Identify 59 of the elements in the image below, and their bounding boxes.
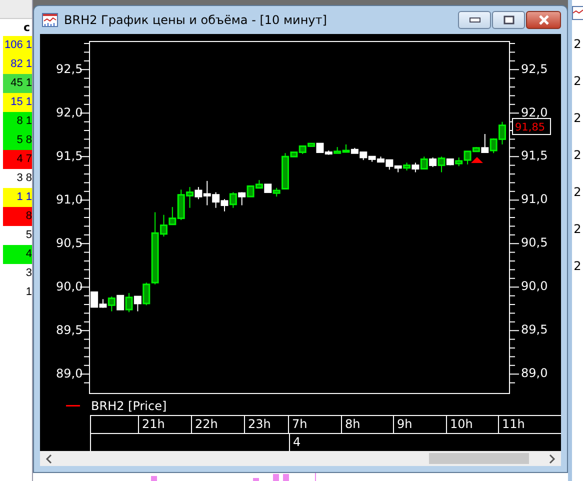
axis-label: 90,0 [521,279,548,294]
axis-label: 91,5 [521,148,548,163]
close-button[interactable] [526,11,561,29]
table-cell: 5 8 [3,131,32,150]
axis-label: 89,0 [521,366,548,380]
table-cell: 4 7 [3,150,32,169]
table-cell: 82 1 [3,55,32,74]
scrollbar-thumb[interactable] [429,453,529,464]
toolbar-strip [0,0,32,19]
minimize-icon [468,17,480,23]
legend-line-icon [66,405,80,407]
maximize-icon [502,15,514,25]
axis-label: 90,5 [521,236,548,250]
table-cell-text: 2 [574,112,582,127]
time-label: 11h [498,416,526,433]
table-cell-text: 2 [574,38,582,53]
table-cell-text: 2 [574,186,582,201]
table-cell: 45 1 [3,74,32,93]
table-cell-text: 2 [574,260,582,275]
time-label: 8h [341,416,393,433]
table-cell-text: 2 [574,149,582,164]
axis-label: 89,5 [56,323,83,337]
time-label: 23h [244,416,288,433]
table-cell: 8 [3,207,32,226]
maximize-button[interactable] [492,11,525,29]
minimize-button[interactable] [458,11,491,29]
time-label: 21h [138,416,191,433]
axis-label: 92,5 [56,62,83,76]
table-cell: 106 1 [3,36,32,55]
table-cell: 4 [3,245,32,264]
table-cell-text: 2 [574,223,582,238]
column-header: с [22,20,31,36]
horizontal-scrollbar[interactable] [40,451,561,466]
axis-label: 91,5 [56,149,83,163]
axis-label: 89,5 [521,322,548,337]
axis-label: 89,0 [56,366,83,380]
axis-label: 92,5 [521,62,548,76]
axis-label: 92,0 [56,106,83,120]
close-icon [536,14,550,26]
axis-label: 92,0 [521,105,548,120]
time-label: 22h [191,416,244,433]
table-cell: 1 1 [3,188,32,207]
window-title: BRH2 График цены и объёма - [10 минут] [64,13,327,27]
table-cell: 8 1 [3,112,32,131]
table-cell-text: 2 [574,75,582,90]
time-label: 9h [393,416,446,433]
triangle-marker [471,157,483,163]
axis-label: 91,0 [521,192,548,206]
axis-label: 90,5 [56,236,83,250]
table-cell: 15 1 [3,93,32,112]
last-price-tag: 91,85 [512,118,551,135]
legend-label: BRH2 [Price] [91,399,167,413]
axis-label: 91,0 [56,192,83,206]
time-label: 10h [446,416,498,433]
scroll-left-icon[interactable] [45,454,53,464]
chart-icon [42,13,58,27]
scroll-right-icon[interactable] [548,454,556,464]
time-label: 7h [288,416,341,433]
axis-label: 90,0 [56,280,83,294]
